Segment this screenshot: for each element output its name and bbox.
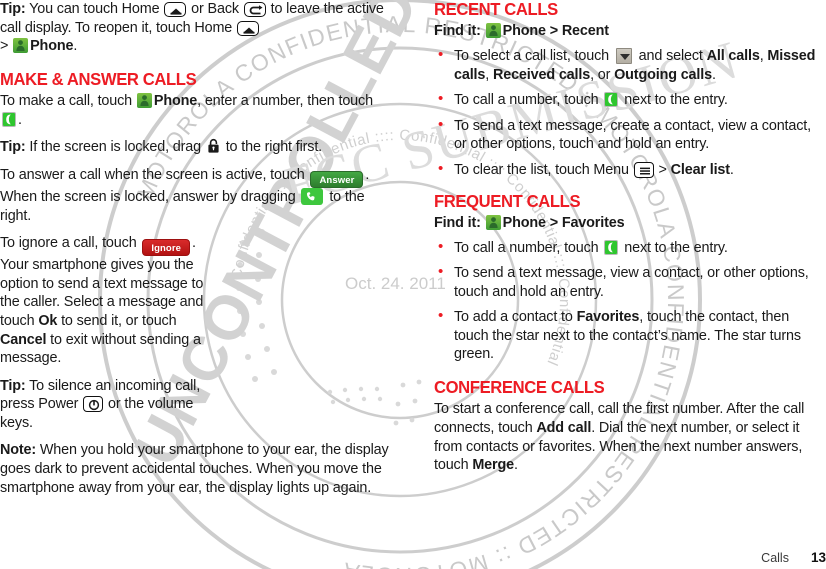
tip-lock-text-b: to the right first.: [221, 139, 323, 156]
list-item: To send a text message, create a contact…: [434, 116, 826, 154]
list-item: To add a contact to Favorites, touch the…: [434, 307, 826, 364]
footer-page-number: 13: [810, 550, 826, 565]
section-heading-conference-calls: CONFERENCE CALLS: [434, 377, 605, 398]
answer-drag-handle-icon[interactable]: [301, 187, 324, 205]
bullet-text-a: To add a contact to: [454, 309, 577, 326]
right-column: RECENT CALLS Find it: Phone > Recent To …: [434, 0, 826, 484]
call-button-icon: [604, 92, 619, 108]
find-it-target: Favorites: [561, 214, 625, 231]
find-it-target: Recent: [561, 23, 609, 40]
phone-app-icon: [13, 38, 29, 54]
tip-home-period: .: [73, 38, 78, 55]
list-item: To send a text message, view a contact, …: [434, 263, 826, 301]
bullet-text-a: To call a number, touch: [454, 239, 603, 256]
manual-page: MOTOROLA CONFIDENTIAL RESTRICTED :: MOTO…: [0, 0, 826, 569]
conference-paragraph: To start a conference call, call the fir…: [434, 400, 826, 474]
frequent-calls-bullets: To call a number, touch next to the entr…: [434, 238, 826, 365]
tip-label: Tip:: [0, 1, 26, 17]
phone-label: Phone: [153, 93, 198, 110]
recent-calls-bullets: To select a call list, touch and select …: [434, 46, 826, 180]
page-footer: Calls 13: [761, 550, 826, 565]
section-heading-make-answer-calls: MAKE & ANSWER CALLS: [0, 68, 197, 89]
clear-list-label: Clear list: [670, 161, 730, 178]
bullet-sep-3: , or: [590, 66, 615, 83]
lock-icon: [207, 138, 220, 154]
bullet-text-a: To send a text message, view a contact, …: [454, 265, 809, 300]
find-it-label: Find it:: [434, 214, 481, 231]
section-heading-recent-calls: RECENT CALLS: [434, 0, 558, 19]
tip-home-text-1: You can touch Home: [25, 1, 164, 17]
answer-text-a: To answer a call when the screen is acti…: [0, 166, 309, 183]
make-call-text-b: , enter a number, then touch: [197, 93, 373, 110]
list-item: To clear the list, touch Menu > Clear li…: [434, 160, 826, 180]
bullet-text-b: next to the entry.: [620, 239, 728, 256]
call-button-icon: [604, 239, 619, 255]
answer-call-paragraph: To answer a call when the screen is acti…: [0, 166, 390, 225]
ignore-text-a: To ignore a call, touch: [0, 235, 141, 252]
bullet-text-a: To send a text message, create a contact…: [454, 117, 812, 153]
phone-label: Phone: [502, 23, 546, 40]
tip-lock-paragraph: Tip: If the screen is locked, drag to th…: [0, 138, 390, 157]
find-it-separator: >: [545, 23, 562, 40]
recent-find-it: Find it: Phone > Recent: [434, 22, 826, 41]
tip-home-text-2: or Back: [187, 1, 243, 17]
phone-app-icon: [485, 214, 501, 230]
add-call-label: Add call: [536, 420, 592, 437]
bullet-text-f: .: [711, 66, 716, 83]
bullet-text-b: next to the entry.: [620, 92, 728, 109]
phone-app-icon: [136, 93, 152, 109]
page-content: Tip: You can touch Home or Back to leave…: [0, 0, 826, 569]
make-call-text-c: .: [18, 111, 22, 128]
footer-chapter-label: Calls: [761, 551, 789, 565]
received-calls-label: Received calls: [492, 66, 591, 83]
tip-lock-text-a: If the screen is locked, drag: [25, 139, 205, 156]
answer-button[interactable]: Answer: [310, 170, 364, 188]
cancel-label: Cancel: [0, 331, 47, 348]
phone-app-icon: [485, 23, 501, 39]
phone-label: Phone: [502, 214, 546, 231]
ignore-text-c: to send it, or touch: [57, 312, 177, 329]
make-call-text-a: To make a call, touch: [0, 93, 136, 110]
tip-silence-paragraph: Tip: To silence an incoming call, press …: [0, 377, 205, 433]
tip-home-text-4: >: [0, 38, 13, 55]
frequent-find-it: Find it: Phone > Favorites: [434, 214, 826, 233]
note-paragraph: Note: When you hold your smartphone to y…: [0, 441, 390, 497]
dropdown-spinner-icon[interactable]: [615, 47, 632, 64]
make-call-paragraph: To make a call, touch Phone, enter a num…: [0, 92, 390, 129]
tip-home-paragraph: Tip: You can touch Home or Back to leave…: [0, 0, 390, 56]
bullet-text-b: >: [654, 161, 671, 178]
note-label: Note:: [0, 442, 37, 459]
bullet-text-a: To clear the list, touch Menu: [454, 161, 633, 178]
bullet-text-b: and select: [634, 47, 707, 64]
menu-key-icon: [633, 161, 654, 178]
left-column: Tip: You can touch Home or Back to leave…: [0, 0, 390, 506]
outgoing-calls-label: Outgoing calls: [614, 66, 712, 83]
section-heading-frequent-calls: FREQUENT CALLS: [434, 190, 581, 211]
bullet-text-a: To select a call list, touch: [454, 47, 613, 64]
note-text: When you hold your smartphone to your ea…: [0, 442, 389, 496]
bullet-text-f: .: [729, 161, 734, 178]
merge-label: Merge: [472, 457, 514, 474]
find-it-label: Find it:: [434, 23, 481, 40]
list-item: To call a number, touch next to the entr…: [434, 90, 826, 110]
list-item: To call a number, touch next to the entr…: [434, 238, 826, 258]
power-key-icon: [83, 396, 104, 413]
conference-text-c: .: [513, 457, 518, 474]
list-item: To select a call list, touch and select …: [434, 46, 826, 84]
phone-label: Phone: [30, 38, 74, 55]
all-calls-label: All calls: [706, 47, 760, 64]
home-key-icon-2: [237, 20, 259, 36]
find-it-separator: >: [545, 214, 562, 231]
tip-label: Tip:: [0, 377, 26, 394]
ignore-button[interactable]: Ignore: [142, 239, 191, 257]
ok-label: Ok: [38, 312, 58, 329]
home-key-icon: [164, 2, 187, 17]
tip-label: Tip:: [0, 139, 26, 156]
back-key-icon: [243, 2, 266, 17]
bullet-text-a: To call a number, touch: [454, 92, 603, 109]
favorites-label: Favorites: [576, 309, 640, 326]
call-button-icon: [2, 111, 16, 127]
ignore-call-paragraph: To ignore a call, touch Ignore. Your sma…: [0, 234, 205, 368]
bullet-sep-2: ,: [485, 66, 493, 83]
